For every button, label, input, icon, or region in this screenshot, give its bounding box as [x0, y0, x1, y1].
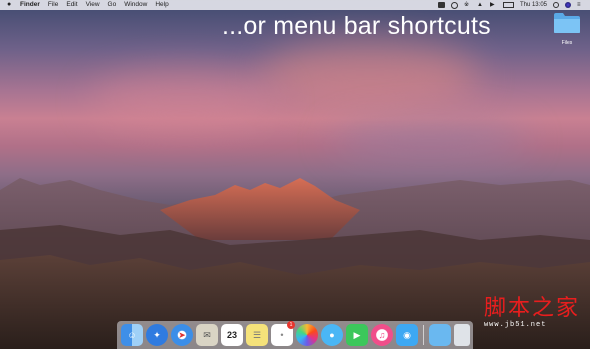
menu-window[interactable]: Window: [124, 0, 147, 10]
menu-bar: ● Finder File Edit View Go Window Help ※…: [0, 0, 590, 10]
menu-file[interactable]: File: [48, 0, 58, 10]
calendar-date: 23: [226, 330, 237, 340]
reminders-icon[interactable]: • 1: [271, 321, 295, 346]
battery-icon[interactable]: [502, 2, 514, 8]
menu-app-finder[interactable]: Finder: [20, 0, 40, 10]
siri-icon[interactable]: [565, 2, 571, 8]
photos-icon[interactable]: [296, 324, 318, 346]
headline-text: ...or menu bar shortcuts: [222, 12, 491, 40]
launchpad-icon[interactable]: ✦: [146, 324, 168, 346]
calendar-icon[interactable]: 23: [221, 324, 243, 346]
menu-edit[interactable]: Edit: [66, 0, 77, 10]
menu-go[interactable]: Go: [108, 0, 117, 10]
dropbox-icon[interactable]: [437, 2, 445, 8]
folder-icon[interactable]: [429, 324, 451, 346]
wifi-icon[interactable]: ▲: [477, 2, 484, 8]
watermark-url: www.jb51.net: [483, 321, 547, 329]
messages-icon[interactable]: ●: [321, 324, 343, 346]
dock-separator: [423, 325, 424, 345]
safari-icon[interactable]: ➤: [171, 324, 193, 346]
notes-icon[interactable]: ☰: [246, 324, 268, 346]
mail-icon[interactable]: ✉: [196, 324, 218, 346]
trash-icon[interactable]: [454, 324, 470, 346]
finder-icon[interactable]: ☺: [121, 324, 143, 346]
watermark-title: 脚本之家: [483, 296, 580, 321]
dock: ☺ ✦ ➤ ✉ 23 ☰ • 1 ● ▶ ♫ ◉: [117, 321, 473, 349]
time-machine-icon[interactable]: [450, 1, 458, 9]
itunes-icon[interactable]: ♫: [371, 324, 393, 346]
volume-icon[interactable]: ▶: [490, 2, 497, 8]
reminders-badge: 1: [287, 321, 295, 329]
apple-icon[interactable]: ●: [7, 1, 11, 9]
desktop-folder[interactable]: Files: [552, 12, 582, 46]
facetime-icon[interactable]: ▶: [346, 324, 368, 346]
tweetbot-icon[interactable]: ◉: [396, 324, 418, 346]
notification-center-icon[interactable]: ≡: [577, 2, 584, 8]
menubar-clock[interactable]: Thu 13:05: [520, 2, 547, 8]
menu-help[interactable]: Help: [155, 0, 168, 10]
folder-icon: [554, 13, 580, 33]
menu-view[interactable]: View: [86, 0, 100, 10]
site-watermark: 脚本之家 www.jb51.net: [483, 296, 580, 330]
desktop-folder-label: Files: [561, 40, 573, 46]
spotlight-icon[interactable]: [553, 2, 559, 8]
bluetooth-icon[interactable]: ※: [464, 2, 471, 8]
